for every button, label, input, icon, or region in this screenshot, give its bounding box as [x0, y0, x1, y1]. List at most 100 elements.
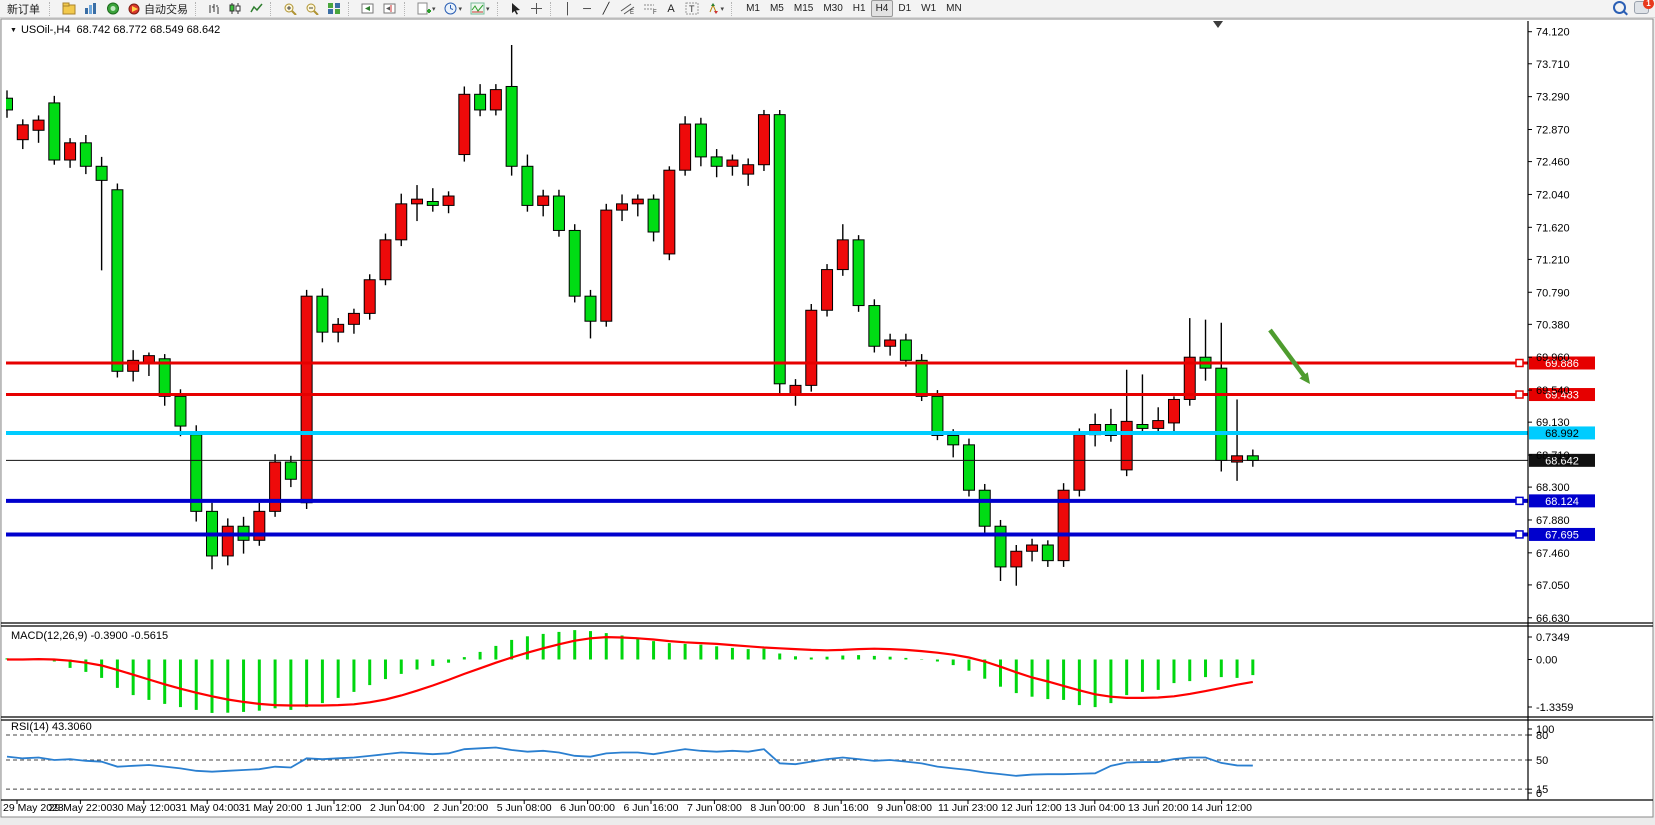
- price-axis-label: 68.300: [1536, 482, 1570, 494]
- chart-canvas[interactable]: 69.88669.48368.99268.64268.12467.6950.73…: [0, 0, 1655, 825]
- time-axis-label: 14 Jun 12:00: [1191, 802, 1252, 814]
- crosshair-icon[interactable]: [527, 1, 546, 17]
- price-axis-label: 71.210: [1536, 254, 1570, 266]
- candle-body: [65, 143, 76, 160]
- candle-body: [333, 324, 344, 332]
- auto-trading-label: 自动交易: [144, 1, 188, 17]
- text-icon[interactable]: A: [663, 1, 680, 17]
- candle-body: [822, 270, 833, 311]
- timeframe-button-w1[interactable]: W1: [916, 0, 941, 17]
- timeframe-button-m15[interactable]: M15: [789, 0, 818, 17]
- macd-indicator-label: MACD(12,26,9) -0.3900 -0.5615: [11, 630, 168, 642]
- separator: [348, 2, 354, 16]
- time-axis-label: 11 Jun 23:00: [938, 802, 998, 814]
- channel-icon[interactable]: E: [617, 1, 638, 17]
- notifications-icon[interactable]: 1: [1634, 1, 1649, 14]
- candle-body: [175, 396, 186, 426]
- price-axis-label: 73.290: [1536, 92, 1570, 104]
- chart-shift-icon[interactable]: [380, 1, 400, 17]
- separator: [497, 2, 503, 16]
- time-axis-label: 30 May 12:00: [112, 802, 176, 814]
- symbol-quote-text: USOil-,H4 68.742 68.772 68.549 68.642: [21, 24, 220, 36]
- candle-body: [1232, 456, 1243, 462]
- timeframe-button-h4[interactable]: H4: [871, 0, 894, 17]
- time-axis-label: 12 Jun 12:00: [1001, 802, 1062, 814]
- tile-windows-icon[interactable]: [324, 1, 344, 17]
- candle-body: [222, 526, 233, 556]
- price-axis-label: 72.870: [1536, 125, 1570, 137]
- candle-body: [1121, 421, 1132, 470]
- candle-body: [743, 165, 754, 174]
- new-chart-icon[interactable]: ▾: [414, 1, 439, 17]
- navigator-icon[interactable]: [103, 1, 123, 17]
- svg-text:E: E: [630, 10, 634, 15]
- time-axis-label: 6 Jun 00:00: [560, 802, 615, 814]
- timeframe-button-m30[interactable]: M30: [818, 0, 847, 17]
- candle-body: [1168, 399, 1179, 422]
- timeframe-button-m1[interactable]: M1: [741, 0, 765, 17]
- timeframe-button-mn[interactable]: MN: [941, 0, 967, 17]
- separator: [404, 2, 410, 16]
- separator: [270, 2, 276, 16]
- line-chart-icon[interactable]: [247, 1, 266, 17]
- candle-body: [553, 196, 564, 230]
- separator: [550, 2, 556, 16]
- zoom-in-icon[interactable]: [280, 1, 300, 17]
- market-watch-icon[interactable]: [81, 1, 101, 17]
- level-handle[interactable]: [1516, 359, 1523, 366]
- vertical-line-icon[interactable]: │: [560, 1, 577, 17]
- charts-icon[interactable]: [59, 1, 79, 17]
- price-axis-label: 69.130: [1536, 417, 1570, 429]
- candle-body: [695, 124, 706, 157]
- periods-clock-icon[interactable]: ▾: [441, 1, 466, 17]
- price-axis-label: 70.380: [1536, 319, 1570, 331]
- candle-body: [979, 490, 990, 526]
- indicators-icon[interactable]: ▾: [467, 1, 493, 17]
- candle-body: [112, 190, 123, 372]
- bar-chart-icon[interactable]: [205, 1, 224, 17]
- timeframe-button-d1[interactable]: D1: [893, 0, 916, 17]
- time-axis-label: 6 Jun 16:00: [624, 802, 679, 814]
- candle-body: [17, 125, 28, 140]
- level-handle[interactable]: [1516, 531, 1523, 538]
- horizontal-line-icon[interactable]: ─: [579, 1, 596, 17]
- fibonacci-icon[interactable]: F: [640, 1, 661, 17]
- cursor-icon[interactable]: [507, 1, 525, 17]
- candle-body: [774, 115, 785, 384]
- candle-body: [301, 296, 312, 503]
- auto-trading-button[interactable]: 自动交易: [125, 1, 191, 17]
- candle-body: [459, 94, 470, 154]
- arrows-icon[interactable]: ▾: [704, 1, 728, 17]
- candle-body: [317, 296, 328, 332]
- candle-body: [1247, 456, 1258, 461]
- rsi-axis-label: 0: [1536, 788, 1542, 800]
- candle-body: [853, 240, 864, 306]
- candle-body: [837, 240, 848, 270]
- timeframe-button-m5[interactable]: M5: [765, 0, 789, 17]
- svg-text:F: F: [653, 10, 657, 15]
- price-axis-label: 71.620: [1536, 222, 1570, 234]
- chart-window: [1, 19, 1653, 817]
- auto-scroll-icon[interactable]: [358, 1, 378, 17]
- candlestick-icon[interactable]: [226, 1, 245, 17]
- candle-body: [885, 340, 896, 346]
- chart-menu-arrow-icon[interactable]: ▼: [10, 27, 17, 34]
- candle-body: [522, 166, 533, 205]
- candle-body: [427, 201, 438, 205]
- candle-body: [758, 115, 769, 165]
- timeframe-group: M1M5M15M30H1H4D1W1MN: [741, 0, 967, 17]
- level-handle[interactable]: [1516, 497, 1523, 504]
- candle-body: [932, 396, 943, 435]
- level-handle[interactable]: [1516, 391, 1523, 398]
- price-level-value: 68.124: [1545, 496, 1579, 508]
- zoom-out-icon[interactable]: [302, 1, 322, 17]
- text-label-icon[interactable]: T: [682, 1, 702, 17]
- time-axis-label: 31 May 20:00: [239, 802, 303, 814]
- trendline-icon[interactable]: ╱: [598, 1, 615, 17]
- timeframe-button-h1[interactable]: H1: [848, 0, 871, 17]
- candle-body: [585, 296, 596, 321]
- new-order-button[interactable]: 新订单: [2, 1, 45, 17]
- search-icon[interactable]: [1613, 1, 1626, 14]
- candle-body: [900, 340, 911, 360]
- price-level-value: 67.695: [1545, 529, 1579, 541]
